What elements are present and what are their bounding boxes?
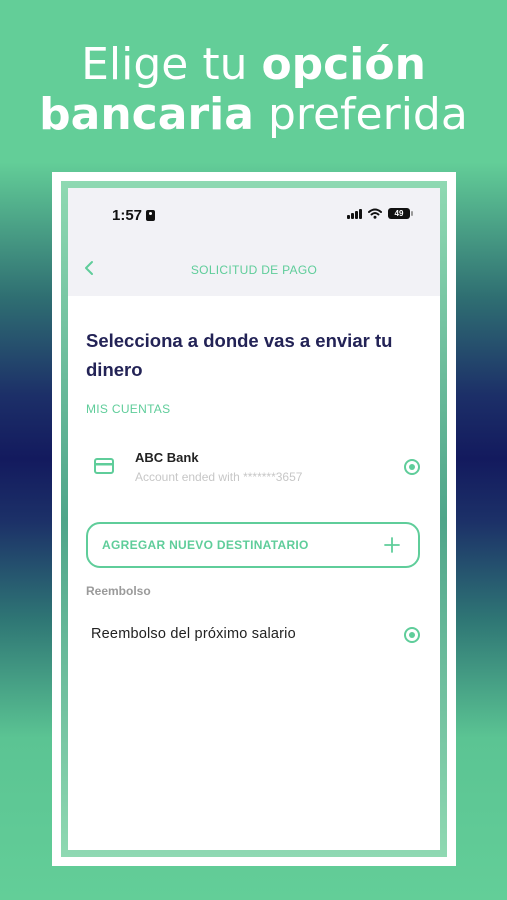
account-subtitle: Account ended with *******3657 [135,470,303,484]
person-icon [146,210,156,221]
reimbursement-option-label: Reembolso del próximo salario [91,626,296,642]
app-screen: 1:57 49 SOLICITUD DE PAGO Selecciona a d… [68,188,440,850]
status-icons: 49 [347,208,413,219]
reimbursement-option[interactable]: Reembolso del próximo salario [86,620,420,650]
add-recipient-label: AGREGAR NUEVO DESTINATARIO [102,538,309,552]
reimbursement-radio-selected[interactable] [404,627,420,643]
reimbursement-section-label: Reembolso [86,584,151,598]
account-radio-selected[interactable] [404,459,420,475]
phone-frame: 1:57 49 SOLICITUD DE PAGO Selecciona a d… [52,172,456,866]
top-bar: 1:57 49 SOLICITUD DE PAGO [68,188,440,296]
battery-icon: 49 [388,208,413,219]
status-time: 1:57 [112,207,156,224]
signal-icon [347,208,362,219]
add-recipient-button[interactable]: AGREGAR NUEVO DESTINATARIO [86,522,420,568]
screen-heading: Selecciona a donde vas a enviar tu diner… [86,330,393,380]
account-name: ABC Bank [135,450,199,465]
account-option-abc-bank[interactable]: ABC Bank Account ended with *******3657 [86,446,420,490]
credit-card-icon [94,458,114,474]
accounts-section-label: MIS CUENTAS [86,402,171,416]
promo-headline: Elige tu opción bancaria preferida [0,40,507,140]
promo-line-2: bancaria preferida [39,89,468,140]
phone-bezel: 1:57 49 SOLICITUD DE PAGO Selecciona a d… [61,181,447,857]
promo-line-1: Elige tu opción [81,39,426,90]
plus-icon [384,537,400,553]
page-title: SOLICITUD DE PAGO [190,263,318,277]
wifi-icon [368,208,382,219]
